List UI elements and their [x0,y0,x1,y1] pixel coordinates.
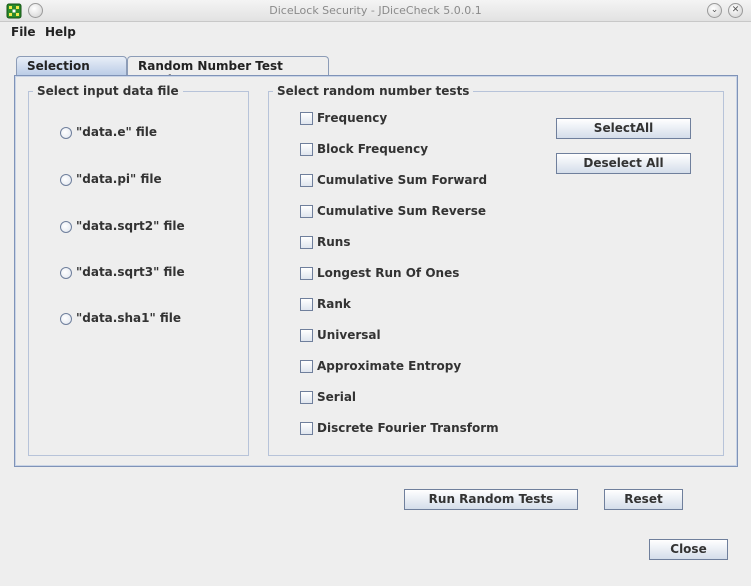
close-button[interactable]: Close [649,539,728,560]
radio-button[interactable] [60,127,72,139]
checkbox[interactable] [300,360,313,373]
checkbox[interactable] [300,112,313,125]
radio-button[interactable] [60,313,72,325]
checkbox[interactable] [300,391,313,404]
file-option-label: "data.sqrt2" file [76,219,185,233]
test-label: Block Frequency [317,142,429,156]
menu-help[interactable]: Help [45,25,76,39]
minimize-icon[interactable]: ⌄ [707,3,722,18]
radio-button[interactable] [60,267,72,279]
checkbox[interactable] [300,205,313,218]
checkbox[interactable] [300,236,313,249]
test-label: Approximate Entropy [317,359,462,373]
radio-button[interactable] [60,221,72,233]
file-option-label: "data.pi" file [76,172,162,186]
title-bar: DiceLock Security - JDiceCheck 5.0.0.1 ⌄… [0,0,751,22]
test-label: Frequency [317,111,388,125]
checkbox[interactable] [300,174,313,187]
test-label: Cumulative Sum Forward [317,173,488,187]
file-option-label: "data.e" file [76,125,158,139]
file-option-label: "data.sha1" file [76,311,182,325]
test-label: Longest Run Of Ones [317,266,460,280]
radio-button[interactable] [60,174,72,186]
checkbox[interactable] [300,143,313,156]
window-title: DiceLock Security - JDiceCheck 5.0.0.1 [269,4,482,17]
tests-group-title: Select random number tests [273,84,474,98]
checkbox[interactable] [300,422,313,435]
file-option-label: "data.sqrt3" file [76,265,185,279]
menu-file[interactable]: File [11,25,36,39]
test-label: Discrete Fourier Transform [317,421,499,435]
tab-selection-pane[interactable]: Selection Pane [16,56,127,87]
checkbox[interactable] [300,267,313,280]
test-label: Universal [317,328,381,342]
input-file-group-title: Select input data file [33,84,183,98]
test-label: Serial [317,390,357,404]
tab-random-number-test-results[interactable]: Random Number Test results [127,56,329,87]
menu-bar: File Help [0,22,751,42]
test-label: Rank [317,297,351,311]
reset-button[interactable]: Reset [604,489,683,510]
deselect-all-button[interactable]: Deselect All [556,153,691,174]
close-icon[interactable]: ✕ [728,3,743,18]
test-label: Cumulative Sum Reverse [317,204,487,218]
checkbox[interactable] [300,329,313,342]
checkbox[interactable] [300,298,313,311]
test-label: Runs [317,235,351,249]
run-random-tests-button[interactable]: Run Random Tests [404,489,578,510]
select-all-button[interactable]: SelectAll [556,118,691,139]
